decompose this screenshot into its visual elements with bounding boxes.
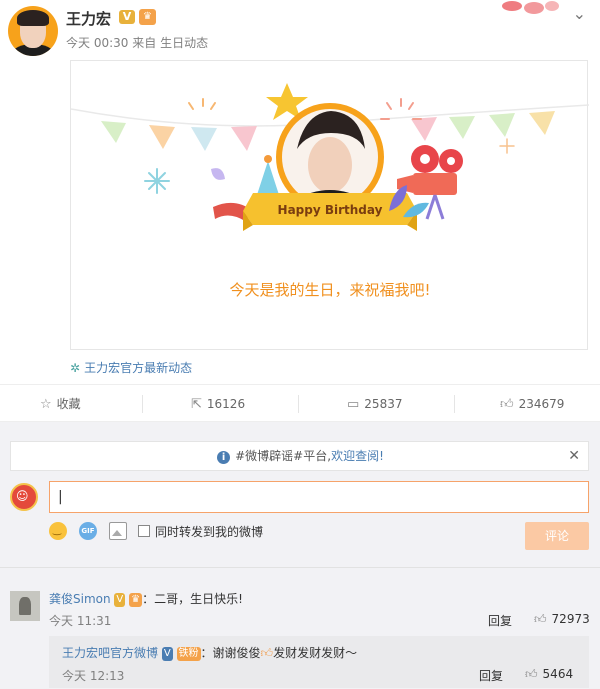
thumbs-up-emoji-icon: 👍︎: [260, 646, 274, 660]
reply-like-count: 5464: [542, 667, 574, 681]
reply-text-tail: 发财发财发财～: [273, 646, 358, 660]
like-count: 234679: [518, 397, 565, 411]
comment-time: 今天 11:31: [49, 614, 112, 628]
emoji-icon[interactable]: [49, 522, 67, 540]
official-feed-link-label: 王力宏官方最新动态: [84, 361, 193, 375]
repost-checkbox-label[interactable]: 同时转发到我的微博: [155, 523, 263, 540]
repost-checkbox[interactable]: [138, 525, 150, 537]
share-icon: ⇱: [191, 397, 202, 412]
divider: [298, 395, 299, 413]
verified-icon: V: [119, 10, 135, 24]
like-button[interactable]: 👍︎ 234679: [500, 385, 564, 423]
verified-icon: V: [161, 647, 173, 661]
divider: [142, 395, 143, 413]
info-icon: i: [217, 451, 231, 464]
reply-time: 今天 12:13: [62, 669, 125, 683]
reply-body: 王力宏吧官方微博 V 铁粉 ：谢谢俊俊👍︎发财发财发财～: [62, 644, 357, 661]
member-badge-icon: ♛: [139, 9, 156, 25]
chevron-down-icon[interactable]: ⌄: [573, 4, 586, 23]
close-icon[interactable]: ✕: [568, 448, 580, 464]
source-prefix: 来自: [132, 36, 157, 50]
notice-link[interactable]: 欢迎查阅!: [331, 449, 384, 463]
sparkle-icon: ✲: [70, 361, 81, 375]
reply-like-button[interactable]: 👍︎ 5464: [525, 667, 573, 682]
favorite-button[interactable]: ☆ 收藏: [40, 385, 81, 423]
verified-icon: V: [114, 593, 126, 607]
comment-body: 龚俊Simon V ♛ ：二哥，生日快乐!: [49, 590, 243, 607]
rumor-notice: i #微博辟谣#平台,欢迎查阅! ✕: [10, 441, 589, 471]
reply-button[interactable]: 回复: [479, 667, 503, 684]
author-name[interactable]: 王力宏: [66, 8, 111, 29]
submit-comment-button[interactable]: 评论: [525, 522, 589, 550]
post-time[interactable]: 今天 00:30: [66, 36, 128, 50]
birthday-card[interactable]: Happy Birthday 今天是我的生日，来祝福我吧!: [70, 60, 589, 350]
reply-button[interactable]: 回复: [488, 612, 512, 629]
reply-text: ：谢谢俊俊: [200, 646, 261, 660]
birthday-banner-text: Happy Birthday: [277, 203, 383, 217]
gif-icon[interactable]: GIF: [79, 522, 97, 540]
comment-icon: ▭: [347, 397, 360, 412]
star-icon: ☆: [40, 397, 52, 412]
official-feed-link[interactable]: ✲ 王力宏官方最新动态: [70, 359, 192, 376]
comment-like-count: 72973: [551, 612, 590, 626]
fan-badge: 铁粉: [176, 647, 201, 661]
reply-author-name[interactable]: 王力宏吧官方微博: [62, 646, 158, 660]
comment-like-button[interactable]: 👍︎ 72973: [534, 612, 590, 627]
post-source[interactable]: 生日动态: [160, 36, 208, 50]
member-badge-icon: ♛: [129, 593, 143, 607]
commenter-avatar[interactable]: [10, 591, 40, 621]
action-bar: ☆ 收藏 ⇱ 16126 ▭ 25837 👍︎ 234679: [0, 384, 600, 422]
author-avatar[interactable]: [8, 6, 58, 56]
comment-input[interactable]: |: [49, 481, 589, 513]
comment-count: 25837: [364, 397, 403, 411]
reply-thread: 王力宏吧官方微博 V 铁粉 ：谢谢俊俊👍︎发财发财发财～ 今天 12:13 回复 …: [49, 636, 589, 688]
commenter-name[interactable]: 龚俊Simon: [49, 592, 111, 606]
thumbs-up-icon: 👍︎: [534, 612, 547, 626]
current-user-avatar[interactable]: ☺: [10, 483, 38, 511]
repost-button[interactable]: ⇱ 16126: [191, 385, 245, 423]
card-caption: 今天是我的生日，来祝福我吧!: [229, 281, 431, 299]
corner-decoration-icon: [502, 1, 559, 14]
notice-prefix[interactable]: #微博辟谣#平台,: [235, 449, 331, 463]
repost-count: 16126: [206, 397, 246, 411]
thumbs-up-icon: 👍︎: [525, 667, 538, 681]
divider: [0, 567, 600, 568]
thumbs-up-icon: 👍︎: [500, 397, 514, 412]
comment-button[interactable]: ▭ 25837: [347, 385, 402, 423]
post-header: 王力宏 V ♛ 今天 00:30 来自 生日动态 ⌄: [0, 0, 600, 58]
comment-text: ：二哥，生日快乐!: [142, 592, 243, 606]
image-icon[interactable]: [109, 522, 127, 540]
divider: [454, 395, 455, 413]
favorite-label: 收藏: [56, 397, 81, 411]
post-meta: 今天 00:30 来自 生日动态: [66, 34, 208, 51]
